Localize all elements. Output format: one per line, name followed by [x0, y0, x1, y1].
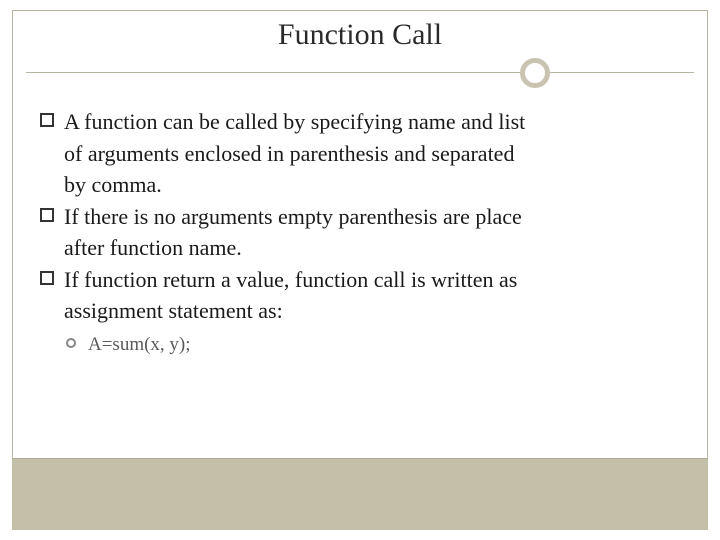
bullet-text: If function return a value, function cal… — [64, 267, 517, 292]
square-bullet-icon — [40, 113, 54, 127]
slide: Function Call A function can be called b… — [0, 0, 720, 540]
sub-bullet-item: A=sum(x, y); — [40, 333, 680, 357]
square-bullet-icon — [40, 208, 54, 222]
bullet-item: If function return a value, function cal… — [40, 266, 680, 294]
square-bullet-icon — [40, 271, 54, 285]
bullet-text-cont: of arguments enclosed in parenthesis and… — [40, 140, 680, 168]
bullet-item: If there is no arguments empty parenthes… — [40, 203, 680, 231]
circle-ornament-icon — [520, 58, 550, 88]
bullet-text: If there is no arguments empty parenthes… — [64, 204, 522, 229]
bullet-text-cont: by comma. — [40, 171, 680, 199]
content-area: A function can be called by specifying n… — [40, 108, 680, 356]
bullet-text: A function can be called by specifying n… — [64, 109, 525, 134]
slide-title: Function Call — [0, 18, 720, 52]
title-area: Function Call — [0, 18, 720, 52]
bullet-text-cont: assignment statement as: — [40, 297, 680, 325]
bullet-item: A function can be called by specifying n… — [40, 108, 680, 136]
circle-bullet-icon — [66, 338, 76, 348]
footer-band — [12, 458, 708, 530]
bullet-text-cont: after function name. — [40, 234, 680, 262]
sub-bullet-text: A=sum(x, y); — [88, 334, 191, 355]
divider-line — [26, 72, 694, 73]
